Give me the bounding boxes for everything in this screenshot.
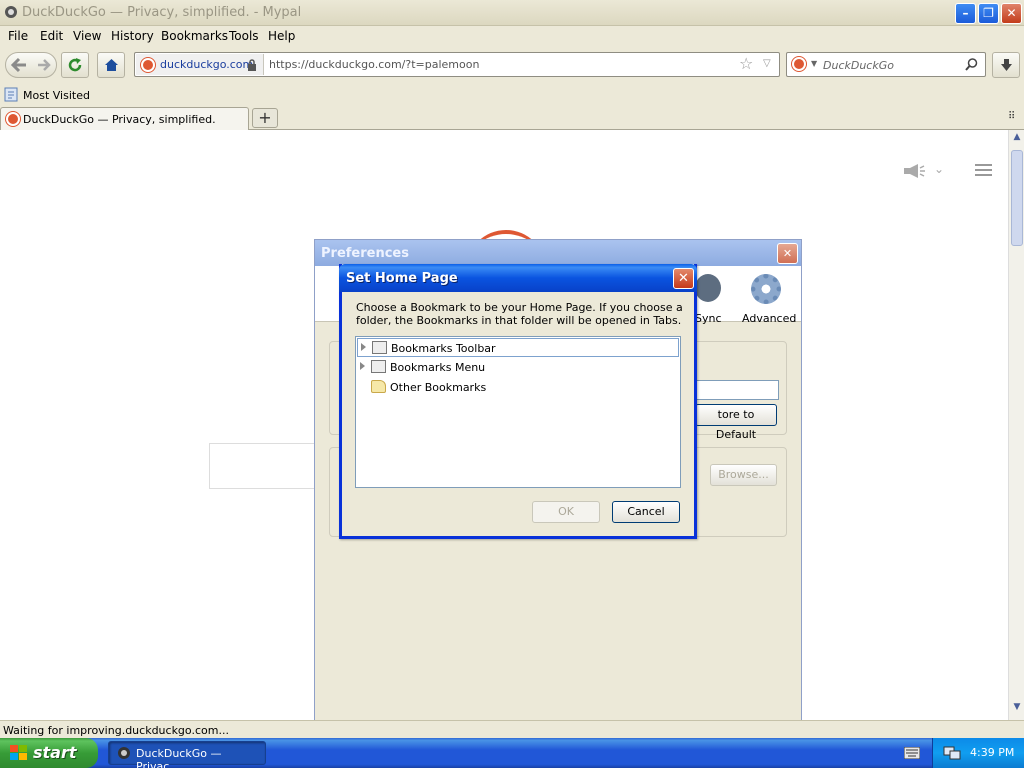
restore-default-button[interactable]: tore to Default	[695, 404, 777, 441]
minimize-button[interactable]: –	[955, 3, 976, 24]
search-input[interactable]: DuckDuckGo	[823, 59, 894, 72]
download-arrow-icon	[1001, 59, 1012, 71]
menu-view[interactable]: View	[73, 29, 101, 43]
mypal-app-icon	[5, 6, 17, 18]
clock: 4:39 PM	[970, 746, 1015, 759]
close-window-button[interactable]: ✕	[1001, 3, 1022, 24]
megaphone-icon[interactable]	[902, 163, 926, 179]
reload-icon	[68, 58, 82, 72]
search-icon[interactable]	[965, 58, 978, 71]
forward-arrow-icon[interactable]	[36, 58, 52, 72]
search-bar[interactable]: ▼ DuckDuckGo	[786, 52, 986, 77]
restore-button[interactable]: ❐	[978, 3, 999, 24]
tab-sync[interactable]: Sync	[695, 312, 722, 325]
home-icon	[105, 59, 118, 71]
back-forward-group	[5, 52, 57, 78]
search-engine-icon[interactable]	[792, 57, 806, 71]
bookmarks-tree[interactable]: Bookmarks Toolbar Bookmarks Menu Other B…	[355, 336, 681, 488]
menu-file[interactable]: File	[8, 29, 28, 43]
status-bar: Waiting for improving.duckduckgo.com...	[0, 720, 1024, 738]
dialog-close-button[interactable]: ✕	[673, 268, 694, 289]
menu-edit[interactable]: Edit	[40, 29, 63, 43]
network-icon[interactable]	[943, 745, 961, 761]
new-tab-button[interactable]: +	[252, 108, 278, 128]
hamburger-menu-icon[interactable]	[975, 163, 992, 177]
url-bar[interactable]: duckduckgo.com https://duckduckgo.com/?t…	[134, 52, 780, 77]
dialog-title: Set Home Page	[346, 271, 458, 286]
url-text: https://duckduckgo.com/?t=palemoon	[269, 58, 480, 71]
menu-help[interactable]: Help	[268, 29, 295, 43]
downloads-button[interactable]	[992, 52, 1020, 78]
home-page-field[interactable]	[695, 380, 779, 400]
start-label: start	[33, 743, 77, 762]
menu-tools[interactable]: Tools	[229, 29, 259, 43]
scroll-down-icon[interactable]: ▼	[1010, 702, 1024, 718]
tree-item-bookmarks-toolbar[interactable]: Bookmarks Toolbar	[357, 338, 679, 357]
scroll-thumb[interactable]	[1011, 150, 1023, 246]
tree-item-bookmarks-menu[interactable]: Bookmarks Menu	[357, 358, 679, 377]
home-button[interactable]	[97, 52, 125, 78]
other-bookmarks-folder-icon	[371, 380, 386, 393]
tree-item-other-bookmarks[interactable]: Other Bookmarks	[357, 378, 679, 397]
bookmarks-toolbar: Most Visited	[0, 84, 1024, 106]
taskbar: start DuckDuckGo — Privac... 4:39 PM	[0, 738, 1024, 768]
system-tray: 4:39 PM	[932, 738, 1024, 768]
reload-button[interactable]	[61, 52, 89, 78]
cancel-button[interactable]: Cancel	[612, 501, 680, 523]
taskbar-item-mypal[interactable]: DuckDuckGo — Privac...	[108, 741, 266, 768]
mypal-task-icon	[118, 747, 130, 759]
dialog-titlebar: Set Home Page ✕	[339, 264, 697, 292]
back-arrow-icon[interactable]	[10, 57, 28, 73]
bookmarks-menu-icon	[371, 360, 386, 373]
tab-label: DuckDuckGo — Privacy, simplified.	[23, 113, 216, 126]
most-visited-icon	[4, 87, 18, 102]
window-title: DuckDuckGo — Privacy, simplified. - Mypa…	[22, 5, 302, 20]
dialog-description: Choose a Bookmark to be your Home Page. …	[356, 301, 683, 327]
tab-favicon-icon	[6, 112, 20, 126]
preferences-close-button[interactable]: ✕	[777, 243, 798, 264]
tab-duckduckgo[interactable]: DuckDuckGo — Privacy, simplified.	[0, 107, 249, 130]
tab-list-icon[interactable]: ⠿	[1008, 111, 1015, 122]
set-home-page-dialog: Set Home Page ✕ Choose a Bookmark to be …	[339, 264, 697, 539]
tab-strip: DuckDuckGo — Privacy, simplified. + ⠿	[0, 106, 1024, 130]
menu-bar: File Edit View History Bookmarks Tools H…	[0, 26, 1024, 46]
menu-history[interactable]: History	[111, 29, 154, 43]
most-visited-bookmark[interactable]: Most Visited	[23, 89, 90, 102]
taskbar-item-label: DuckDuckGo — Privac...	[136, 747, 222, 768]
status-text: Waiting for improving.duckduckgo.com...	[3, 724, 229, 737]
bookmark-star-icon[interactable]: ☆	[739, 54, 753, 73]
scroll-up-icon[interactable]: ▲	[1010, 132, 1024, 148]
gear-icon	[751, 274, 781, 304]
tree-item-label: Other Bookmarks	[390, 381, 487, 394]
keyboard-icon[interactable]	[904, 747, 920, 759]
url-dropdown-icon[interactable]: ▽	[763, 58, 771, 69]
preferences-title: Preferences	[321, 246, 409, 261]
tree-item-label: Bookmarks Menu	[390, 361, 486, 374]
window-titlebar: DuckDuckGo — Privacy, simplified. - Mypa…	[0, 0, 1024, 26]
sync-icon	[695, 274, 721, 302]
menu-bookmarks[interactable]: Bookmarks	[161, 29, 228, 43]
start-button[interactable]: start	[0, 738, 98, 768]
search-engine-dropdown-icon[interactable]: ▼	[811, 59, 817, 68]
ok-button[interactable]: OK	[532, 501, 600, 523]
bookmarks-toolbar-icon	[372, 341, 387, 354]
windows-logo-icon	[10, 745, 27, 760]
identity-host: duckduckgo.com	[160, 58, 254, 71]
lock-icon	[248, 59, 256, 71]
tab-advanced[interactable]: Advanced	[742, 312, 796, 325]
duckduckgo-favicon-icon	[141, 58, 155, 72]
preferences-titlebar: Preferences ✕	[315, 240, 801, 266]
page-search-box[interactable]	[209, 443, 319, 489]
browse-button[interactable]: Browse...	[710, 464, 777, 486]
tree-item-label: Bookmarks Toolbar	[391, 342, 496, 355]
vertical-scrollbar[interactable]: ▲ ▼	[1008, 130, 1024, 720]
expand-twisty-icon[interactable]	[361, 343, 366, 351]
expand-twisty-icon[interactable]	[360, 362, 365, 370]
site-identity-box[interactable]: duckduckgo.com	[136, 54, 264, 75]
chevron-down-icon[interactable]: ⌄	[934, 162, 944, 176]
